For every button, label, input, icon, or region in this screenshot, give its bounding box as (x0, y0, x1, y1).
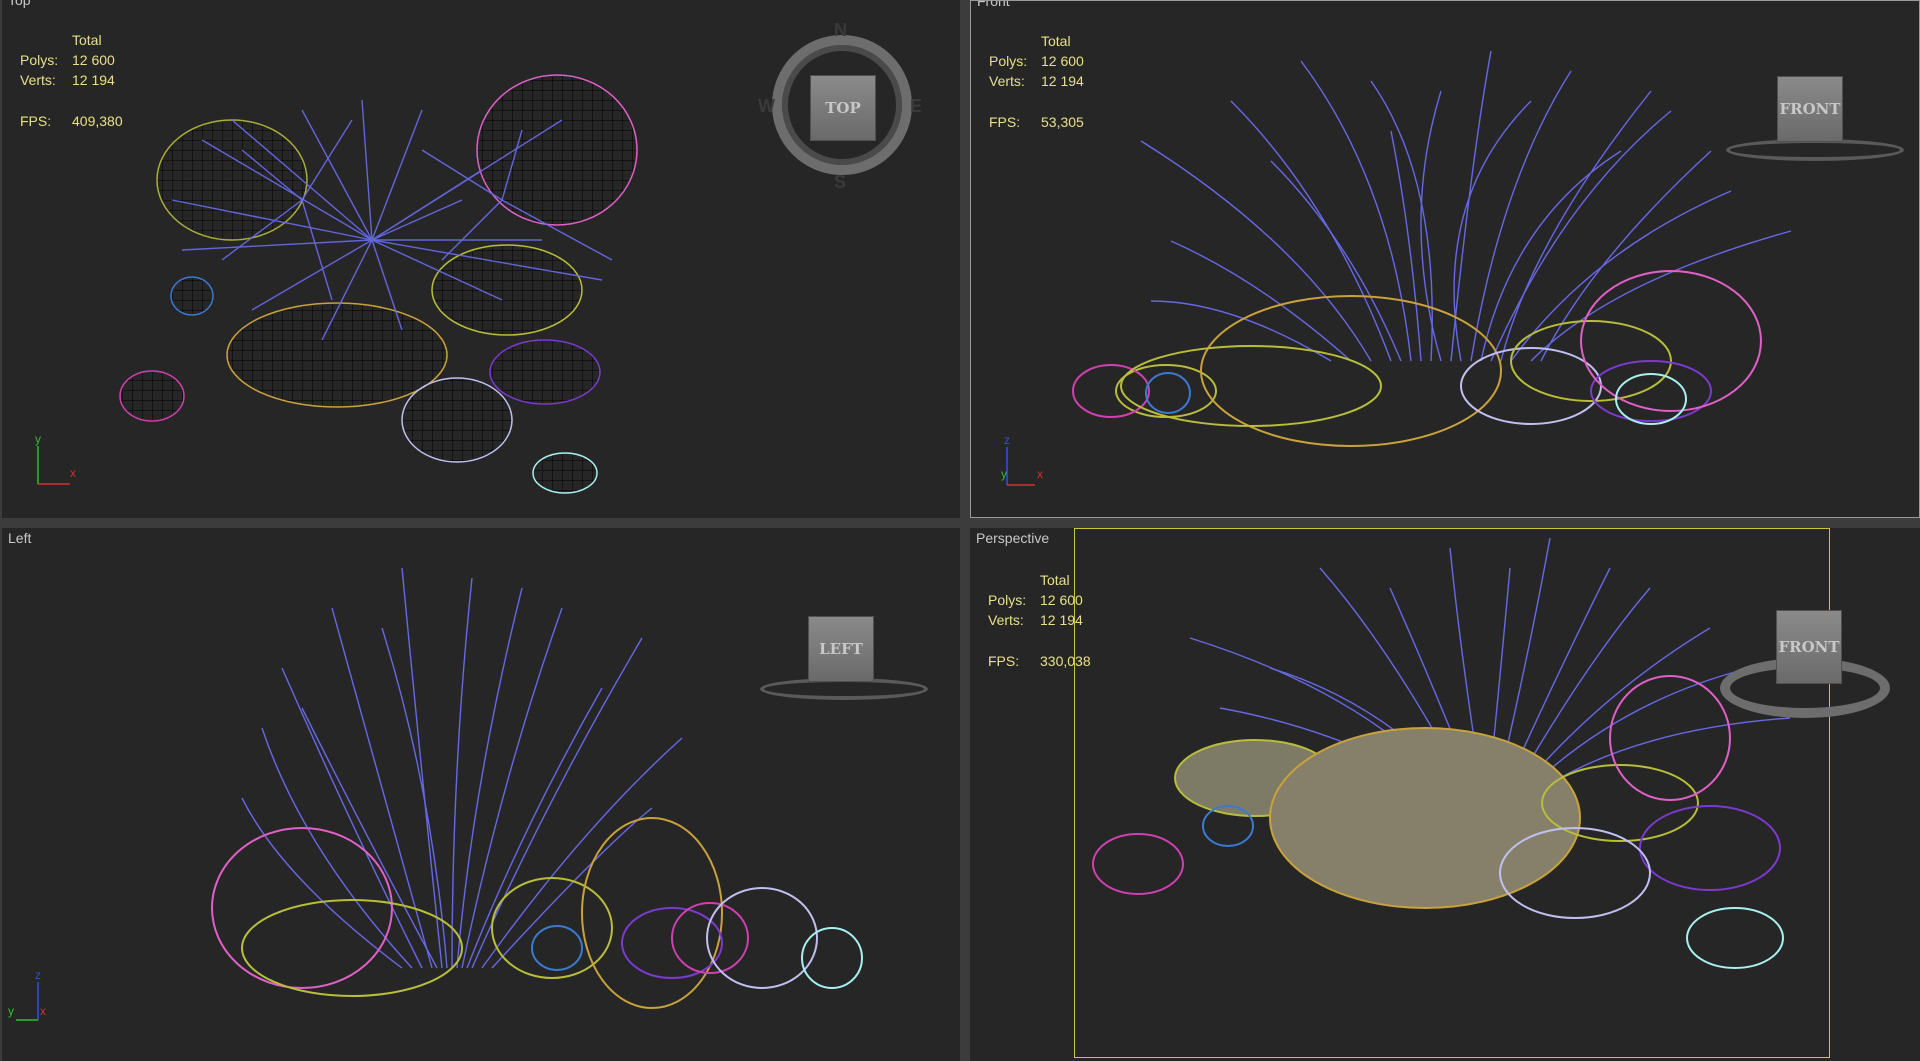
viewcube-left-face[interactable]: LEFT (808, 616, 874, 682)
wireframe-scene[interactable] (2, 528, 960, 1061)
viewport-top[interactable]: Top Total Polys: 12 600 Verts: 12 194 FPS:… (2, 0, 960, 518)
compass-south[interactable]: S (834, 172, 846, 193)
axis-x-label: x (1037, 467, 1043, 481)
axis-x-label: x (70, 466, 76, 480)
viewport-perspective[interactable]: Perspective Total Polys: 12 600 Verts: 12 … (970, 528, 1920, 1061)
viewcube-front-face[interactable]: FRONT (1776, 610, 1842, 684)
compass-west[interactable]: W (758, 96, 775, 117)
axis-y-label: y (8, 1004, 14, 1018)
viewcube-front-face[interactable]: FRONT (1777, 76, 1843, 142)
axis-x-label: x (40, 1004, 46, 1018)
compass-north[interactable]: N (834, 20, 847, 41)
viewport-grid: Top Total Polys: 12 600 Verts: 12 194 FPS:… (0, 0, 1920, 1061)
viewcube-ring[interactable] (1726, 139, 1904, 161)
axis-z-label: z (1004, 433, 1010, 447)
viewport-front[interactable]: Front Total Polys: 12 600 Verts: 12 194 FP… (970, 0, 1920, 518)
axis-y-label: y (1001, 467, 1007, 481)
axis-y-label: y (35, 432, 41, 446)
viewcube-top-face[interactable]: TOP (810, 75, 876, 141)
compass-east[interactable]: E (910, 96, 922, 117)
viewport-left[interactable]: Left z x y LEFT (2, 528, 960, 1061)
axis-z-label: z (35, 968, 41, 982)
wireframe-scene[interactable] (970, 528, 1920, 1061)
